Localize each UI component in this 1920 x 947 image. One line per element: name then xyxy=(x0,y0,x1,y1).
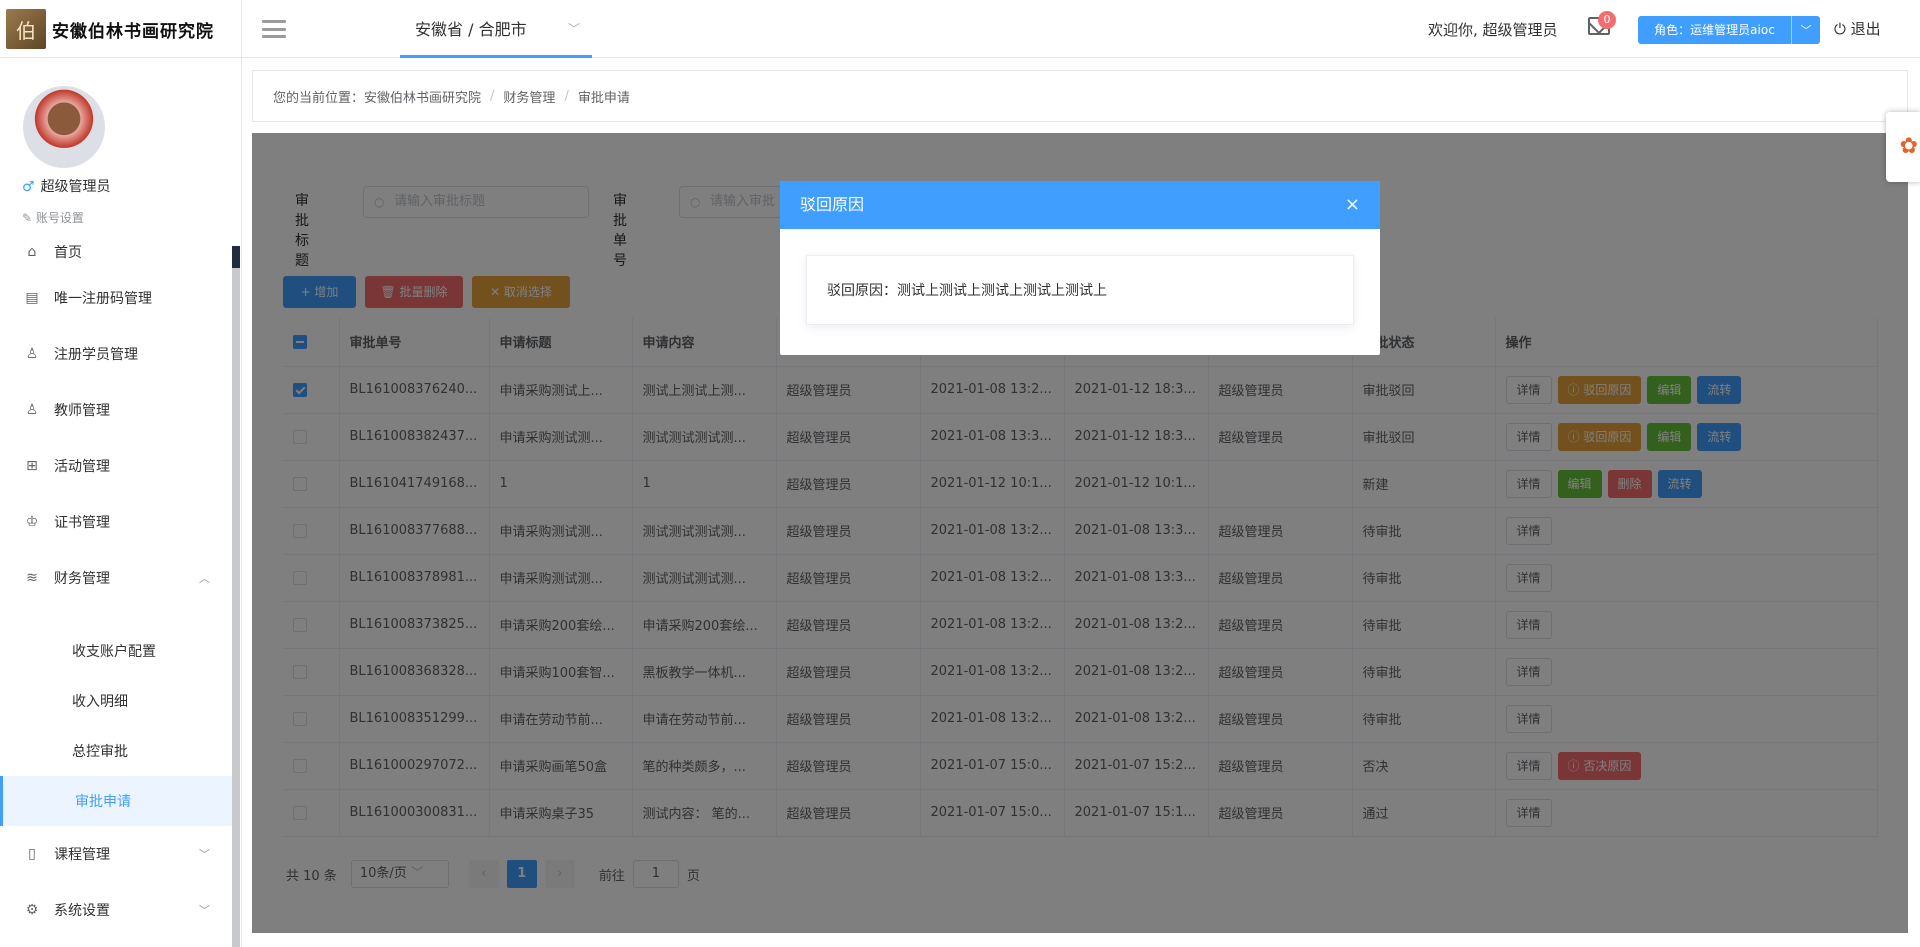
gear-icon: ⚙ xyxy=(25,902,39,918)
home-icon: ⌂ xyxy=(27,244,37,260)
sidebar-item-activities[interactable]: ⊞ 活动管理 xyxy=(0,438,232,494)
sidebar-scrollbar[interactable] xyxy=(232,246,240,947)
sidebar-item-label: 教师管理 xyxy=(54,403,110,419)
welcome-text: 欢迎你, 超级管理员 xyxy=(1428,21,1558,39)
sidebar-item-label: 财务管理 xyxy=(54,571,110,587)
breadcrumb-item[interactable]: 安徽伯林书画研究院 xyxy=(364,87,481,106)
breadcrumb-item: 审批申请 xyxy=(577,90,630,106)
user-icon: ♙ xyxy=(25,346,39,362)
logo-mark: 伯 xyxy=(6,9,46,49)
sidebar-item-courses[interactable]: ▯ 课程管理 ﹀ xyxy=(0,826,232,882)
sidebar-item-label: 活动管理 xyxy=(54,459,110,475)
edit-icon: ✎ xyxy=(22,211,33,225)
sidebar-subitem-master-approval[interactable]: 总控审批 xyxy=(0,726,232,776)
breadcrumb-item[interactable]: 财务管理 xyxy=(503,87,555,106)
chevron-down-icon: ﹀ xyxy=(199,848,210,861)
sidebar-item-label: 课程管理 xyxy=(54,847,110,863)
sidebar-item-label: 唯一注册码管理 xyxy=(54,291,152,307)
logout-button[interactable]: ⏻ 退出 xyxy=(1834,18,1881,39)
account-settings-link[interactable]: ✎ 账号设置 xyxy=(22,209,84,226)
database-icon: ≋ xyxy=(26,570,38,586)
dialog-title: 驳回原因 xyxy=(800,195,865,214)
hamburger-menu-icon[interactable] xyxy=(262,20,286,38)
sidebar-item-registration-codes[interactable]: ▤ 唯一注册码管理 xyxy=(0,270,232,326)
sidebar-item-label: 系统设置 xyxy=(54,903,110,919)
sidebar-subitem-income[interactable]: 收入明细 xyxy=(0,676,232,726)
role-label: 角色：运维管理员aioc xyxy=(1638,16,1792,44)
power-icon: ⏻ xyxy=(1834,20,1846,38)
logout-label: 退出 xyxy=(1850,20,1881,38)
sidebar-subitem-account-config[interactable]: 收支账户配置 xyxy=(0,626,232,676)
male-icon: ♂ xyxy=(22,179,35,195)
document-icon: ▤ xyxy=(25,290,39,306)
sidebar-item-system-settings[interactable]: ⚙ 系统设置 ﹀ xyxy=(0,882,232,938)
breadcrumb-separator: / xyxy=(564,88,569,104)
breadcrumb: 您的当前位置： 安徽伯林书画研究院 / 财务管理 / 审批申请 xyxy=(252,70,1908,122)
top-header: 伯 安徽伯林书画研究院 安徽省 / 合肥市 ﹀ 欢迎你, 超级管理员 0 角色：… xyxy=(0,0,1920,58)
sidebar-scrollbar-thumb[interactable] xyxy=(232,246,240,268)
submenu-spacer xyxy=(0,606,232,626)
sidebar-menu: ⌂ 首页 ▤ 唯一注册码管理 ♙ 注册学员管理 ♙ 教师管理 ⊞ 活动管理 ♔ 证书管理 ≋… xyxy=(0,238,232,938)
avatar[interactable] xyxy=(23,86,105,168)
region-label: 安徽省 / 合肥市 xyxy=(415,19,527,39)
reject-reason-dialog: 驳回原因 × 驳回原因：测试上测试上测试上测试上测试上 xyxy=(780,181,1380,355)
logo-text: 安徽伯林书画研究院 xyxy=(52,21,214,42)
user-name-label: 超级管理员 xyxy=(40,179,111,195)
region-selector[interactable]: 安徽省 / 合肥市 ﹀ xyxy=(400,0,592,58)
sidebar-item-students[interactable]: ♙ 注册学员管理 xyxy=(0,326,232,382)
chevron-down-icon[interactable]: ﹀ xyxy=(1792,22,1820,38)
book-icon: ▯ xyxy=(28,846,36,862)
chevron-down-icon: ﹀ xyxy=(567,22,580,36)
trophy-icon: ♔ xyxy=(25,514,39,530)
gift-icon: ⊞ xyxy=(26,458,38,474)
sidebar-item-certificates[interactable]: ♔ 证书管理 xyxy=(0,494,232,550)
sidebar-item-label: 证书管理 xyxy=(54,515,110,531)
user-name: ♂ 超级管理员 xyxy=(22,176,111,196)
account-settings-label: 账号设置 xyxy=(35,211,84,225)
dialog-body: 驳回原因：测试上测试上测试上测试上测试上 xyxy=(806,255,1354,325)
sidebar-item-home[interactable]: ⌂ 首页 xyxy=(0,234,232,270)
sidebar-item-teachers[interactable]: ♙ 教师管理 xyxy=(0,382,232,438)
close-icon[interactable]: × xyxy=(1345,181,1360,229)
sidebar-subitem-approval-request[interactable]: 审批申请 xyxy=(0,776,232,826)
sidebar-item-label: 首页 xyxy=(54,245,82,261)
user-icon: ♙ xyxy=(25,402,39,418)
sidebar: ♂ 超级管理员 ✎ 账号设置 ⌂ 首页 ▤ 唯一注册码管理 ♙ 注册学员管理 ♙ 教师管理… xyxy=(0,58,242,947)
gear-icon[interactable]: ✿ xyxy=(1886,112,1920,182)
role-dropdown[interactable]: 角色：运维管理员aioc ﹀ xyxy=(1638,16,1820,44)
chevron-up-icon: ︿ xyxy=(199,572,210,585)
sidebar-item-label: 注册学员管理 xyxy=(54,347,138,363)
chevron-down-icon: ﹀ xyxy=(199,904,210,917)
logo[interactable]: 伯 安徽伯林书画研究院 xyxy=(0,0,242,58)
breadcrumb-prefix: 您的当前位置： xyxy=(273,90,365,106)
dialog-header: 驳回原因 × xyxy=(780,181,1380,229)
mail-badge: 0 xyxy=(1598,11,1616,29)
sidebar-item-finance[interactable]: ≋ 财务管理 ︿ xyxy=(0,550,232,606)
breadcrumb-separator: / xyxy=(490,88,495,104)
